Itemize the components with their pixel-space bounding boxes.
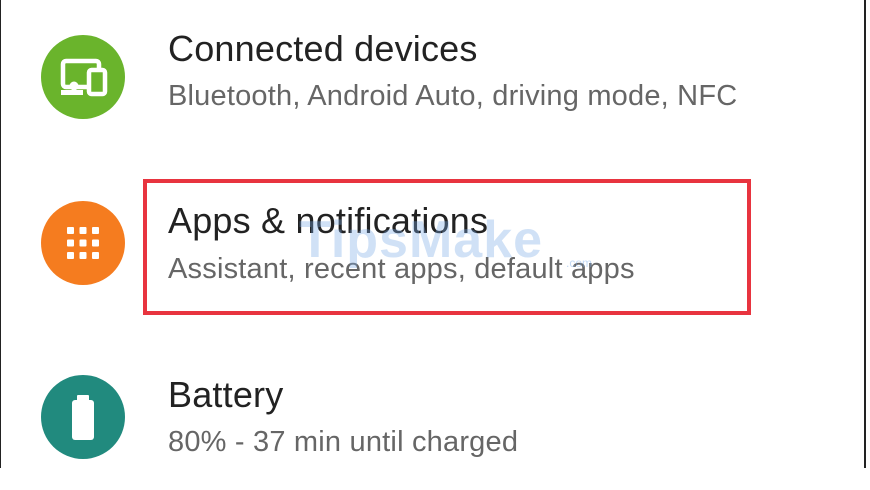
apps-grid-icon bbox=[41, 201, 125, 285]
item-title: Battery bbox=[168, 374, 284, 415]
item-subtitle: Bluetooth, Android Auto, driving mode, N… bbox=[168, 80, 738, 112]
highlight-annotation-box bbox=[143, 179, 751, 315]
settings-item-connected-devices[interactable]: Connected devices Bluetooth, Android Aut… bbox=[1, 0, 867, 150]
connected-devices-icon bbox=[41, 35, 125, 119]
item-title: Connected devices bbox=[168, 28, 478, 69]
battery-icon bbox=[41, 375, 125, 459]
settings-screen: Connected devices Bluetooth, Android Aut… bbox=[0, 0, 866, 468]
item-subtitle: 80% - 37 min until charged bbox=[168, 426, 519, 458]
